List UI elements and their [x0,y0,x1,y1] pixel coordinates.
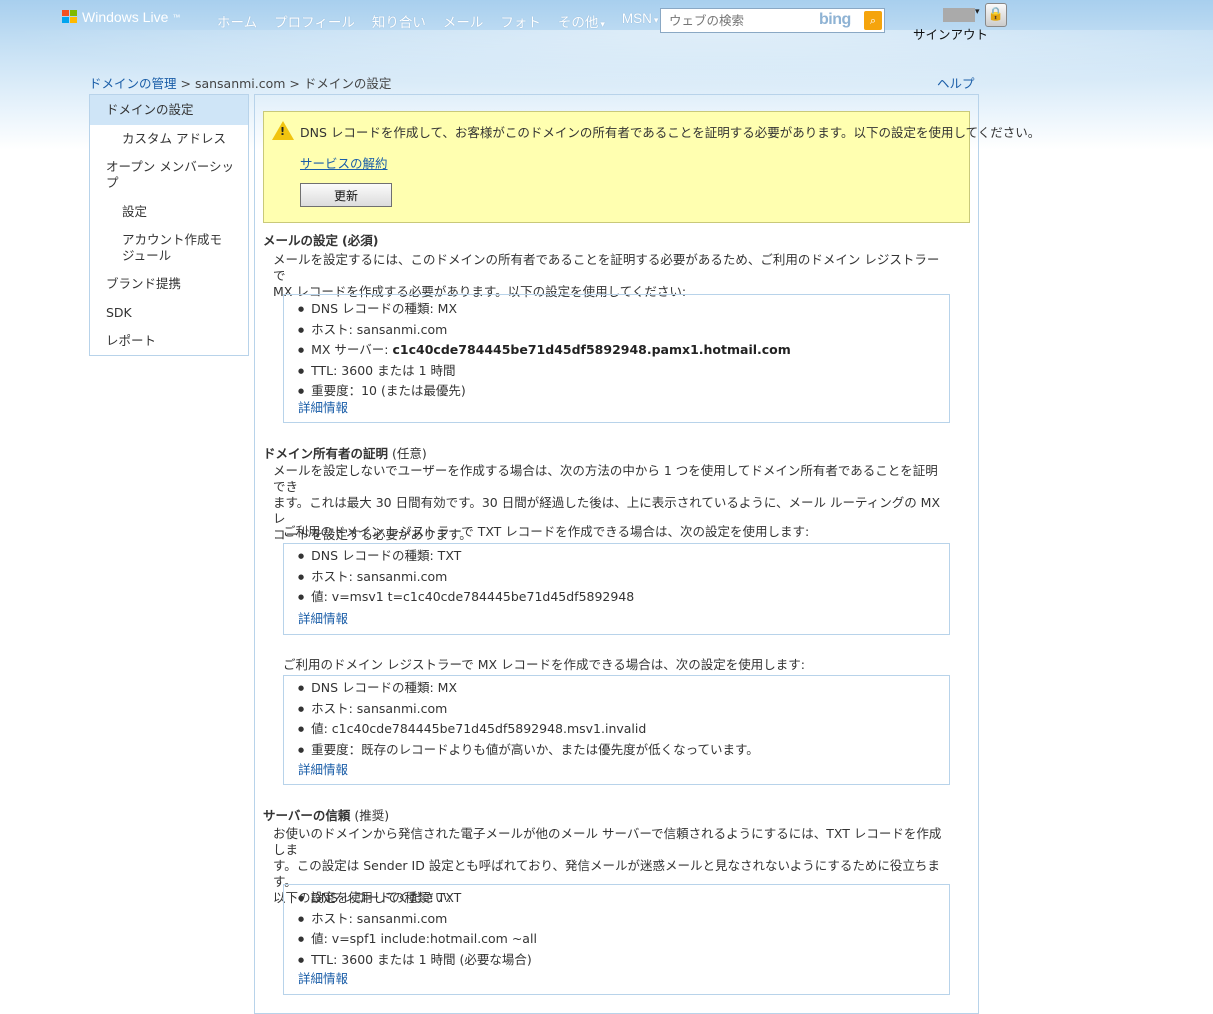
refresh-button[interactable]: 更新 [300,183,392,207]
top-nav: ホーム プロフィール 知り合い メール フォト その他 MSN [217,11,675,31]
bing-logo: bing [819,11,851,28]
breadcrumb-separator: > [176,76,195,91]
cancel-service-link[interactable]: サービスの解約 [300,153,388,172]
mx-record-box: DNS レコードの種類: MX ホスト: sansanmi.com 値: c1c… [283,675,950,785]
breadcrumb-separator: > [285,76,304,91]
breadcrumb-domain-management[interactable]: ドメインの管理 [89,76,177,91]
sidebar-item-open-membership[interactable]: オープン メンバーシップ [106,159,240,191]
mx-server-label: MX サーバー: [311,342,393,357]
txt-record-box: DNS レコードの種類: TXT ホスト: sansanmi.com 値: v=… [283,543,950,635]
list-item: 重要度：10 (または最優先) [298,382,791,403]
user-avatar[interactable] [943,8,975,22]
owner-proof-tag: (任意) [392,446,427,461]
owner-desc-line: メールを設定しないでユーザーを作成する場合は、次の方法の中から 1 つを使用して… [273,463,938,494]
list-item: 値: v=spf1 include:hotmail.com ~all [298,930,537,951]
mail-desc-line: メールを設定するには、このドメインの所有者であることを証明する必要があるため、ご… [273,252,940,283]
list-item: DNS レコードの種類: TXT [298,889,537,910]
nav-people[interactable]: 知り合い [372,11,426,31]
mail-settings-tag: (必須) [342,233,379,248]
windows-live-logo[interactable]: Windows Live ™ [62,9,180,25]
list-item: ホスト: sansanmi.com [298,700,759,721]
sidebar-item-custom-address[interactable]: カスタム アドレス [122,131,226,147]
server-trust-heading: サーバーの信頼 (推奨) [263,805,389,824]
logo-text: Windows Live [82,9,169,25]
server-trust-box: DNS レコードの種類: TXT ホスト: sansanmi.com 値: v=… [283,884,950,995]
mail-settings-title: メールの設定 [263,233,339,248]
breadcrumb-domain: sansanmi.com [194,76,286,91]
mail-settings-box: DNS レコードの種類: MX ホスト: sansanmi.com MX サーバ… [283,294,950,423]
warning-icon-mark: ! [280,125,286,138]
list-item: 値: c1c40cde784445be71d45df5892948.msv1.i… [298,720,759,741]
list-item: ホスト: sansanmi.com [298,321,791,342]
user-menu-chevron-down-icon[interactable]: ▾ [975,7,980,17]
sidebar-item-reports[interactable]: レポート [106,333,156,349]
server-trust-tag: (推奨) [354,808,390,823]
list-item: ホスト: sansanmi.com [298,910,537,931]
nav-profile[interactable]: プロフィール [274,11,355,31]
help-link[interactable]: ヘルプ [937,73,975,92]
list-item: TTL: 3600 または 1 時間 [298,362,791,383]
mx-more-info-link[interactable]: 詳細情報 [298,759,348,778]
signout-link[interactable]: サインアウト [913,24,988,43]
warning-message: DNS レコードを作成して、お客様がこのドメインの所有者であることを証明する必要… [300,125,1041,140]
list-item: DNS レコードの種類: MX [298,679,759,700]
search-input[interactable] [667,13,811,29]
sidebar-item-sdk[interactable]: SDK [106,305,132,321]
list-item: 値: v=msv1 t=c1c40cde784445be71d45df58929… [298,588,634,609]
owner-proof-title: ドメイン所有者の証明 [263,446,389,461]
list-item: DNS レコードの種類: TXT [298,547,634,568]
list-item: 重要度：既存のレコードよりも値が高いか、または優先度が低くなっています。 [298,741,759,762]
owner-proof-heading: ドメイン所有者の証明 (任意) [263,443,427,462]
txt-more-info-link[interactable]: 詳細情報 [298,608,348,627]
list-item: MX サーバー: c1c40cde784445be71d45df5892948.… [298,341,791,362]
trust-desc-line: お使いのドメインから発信された電子メールが他のメール サーバーで信頼されるように… [273,826,942,857]
trust-more-info-link[interactable]: 詳細情報 [298,968,348,987]
sidebar-item-account-module[interactable]: アカウント作成モジュール [122,232,224,264]
lock-icon[interactable]: 🔒 [985,3,1007,27]
sidebar-item-domain-settings[interactable]: ドメインの設定 [106,102,194,118]
mail-more-info-link[interactable]: 詳細情報 [298,397,348,416]
nav-mail[interactable]: メール [443,11,484,31]
windows-flag-icon [62,10,78,24]
nav-more[interactable]: その他 [558,11,605,31]
list-item: ホスト: sansanmi.com [298,568,634,589]
web-search-box: bing ⌕ [660,8,885,33]
mx-record-intro: ご利用のドメイン レジストラーで MX レコードを作成できる場合は、次の設定を使… [283,657,805,672]
search-icon[interactable]: ⌕ [864,11,882,30]
nav-photos[interactable]: フォト [500,11,541,31]
nav-home[interactable]: ホーム [217,11,257,31]
sidebar-item-brand[interactable]: ブランド提携 [106,276,181,292]
nav-msn[interactable]: MSN [622,11,659,31]
breadcrumb-current: ドメインの設定 [303,76,392,91]
mail-settings-heading: メールの設定 (必須) [263,230,378,249]
list-item: DNS レコードの種類: MX [298,300,791,321]
logo-tm: ™ [172,12,181,22]
breadcrumb: ドメインの管理 > sansanmi.com > ドメインの設定 [89,73,391,92]
server-trust-title: サーバーの信頼 [263,808,351,823]
txt-record-intro: ご利用のドメイン レジストラーで TXT レコードを作成できる場合は、次の設定を… [283,524,810,539]
mail-settings-description: メールを設定するには、このドメインの所有者であることを証明する必要があるため、ご… [273,252,943,300]
mx-server-value: c1c40cde784445be71d45df5892948.pamx1.hot… [392,342,791,357]
sidebar-item-settings[interactable]: 設定 [122,204,147,220]
